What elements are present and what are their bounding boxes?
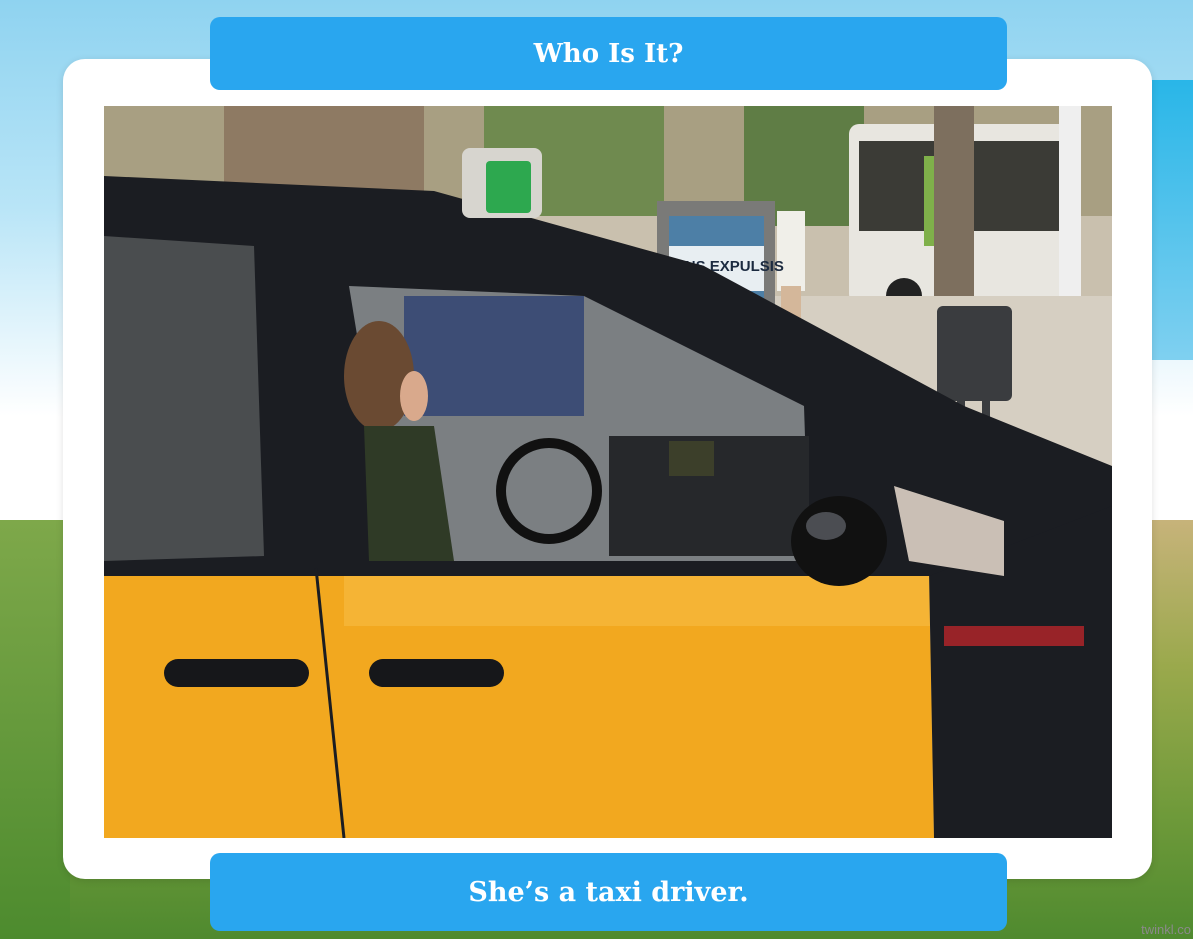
pedestrian <box>777 211 805 291</box>
rear-door-handle <box>164 659 309 687</box>
slide-title: Who Is It? <box>533 38 684 69</box>
taxi-photo: NO ENS EXPULSIS <box>104 106 1112 838</box>
rear-window <box>104 236 264 561</box>
driver-hand <box>400 371 428 421</box>
taximeter <box>669 441 714 476</box>
taxi-green-light <box>486 161 531 213</box>
side-mirror <box>791 496 887 586</box>
blue-car-reflection <box>404 296 584 416</box>
caption-banner: She’s a taxi driver. <box>210 853 1007 931</box>
slide-caption: She’s a taxi driver. <box>468 876 749 908</box>
taxi-illustration: NO ENS EXPULSIS <box>104 106 1112 838</box>
driver-hair <box>344 321 414 431</box>
front-door-handle <box>369 659 504 687</box>
trash-bin <box>937 306 1012 401</box>
title-banner: Who Is It? <box>210 17 1007 90</box>
background-grass-left <box>0 520 70 939</box>
watermark: twinkl.co <box>1141 922 1191 937</box>
